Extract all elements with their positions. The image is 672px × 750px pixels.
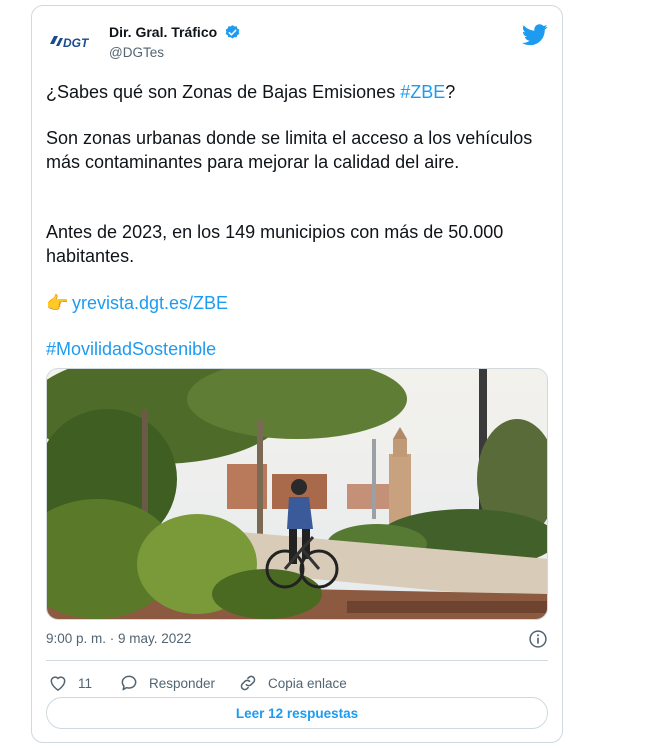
reply-bubble-icon: [121, 675, 137, 691]
like-count: 11: [78, 675, 93, 691]
copy-link-label: Copia enlace: [268, 675, 347, 691]
tweet-hashtag-line: #MovilidadSostenible: [46, 337, 556, 361]
account-name[interactable]: Dir. Gral. Tráfico: [109, 24, 217, 40]
question-text: ¿Sabes qué son Zonas de Bajas Emisiones: [46, 82, 401, 102]
hashtag-zbe-link[interactable]: #ZBE: [400, 82, 445, 102]
tweet-meta-row: 9:00 p. m. · 9 may. 2022: [46, 629, 548, 651]
tweet-link-line: 👉 yrevista.dgt.es/ZBE: [46, 291, 556, 315]
link-icon: [240, 675, 256, 691]
dgt-logo[interactable]: DGT: [48, 30, 94, 52]
reply-button[interactable]: Responder: [119, 668, 215, 698]
divider: [46, 660, 548, 661]
question-mark: ?: [445, 82, 456, 102]
info-icon[interactable]: [528, 629, 548, 649]
revista-link[interactable]: yrevista.dgt.es/ZBE: [72, 293, 228, 313]
tweet-timestamp[interactable]: 9:00 p. m. · 9 may. 2022: [46, 631, 191, 646]
verified-badge-icon: [225, 25, 240, 39]
heart-icon: [50, 676, 66, 691]
read-replies-button[interactable]: Leer 12 respuestas: [46, 697, 548, 729]
hashtag-movilidad-link[interactable]: #MovilidadSostenible: [46, 339, 216, 359]
tweet-paragraph-description: Son zonas urbanas donde se limita el acc…: [46, 128, 533, 172]
tweet-paragraph-deadline: Antes de 2023, en los 149 municipios con…: [46, 222, 504, 266]
like-button[interactable]: 11: [48, 668, 92, 698]
tweet-actions: 11 Responder Copia enlace: [46, 668, 548, 698]
tweet-header: DGT Dir. Gral. Tráfico @DGTes: [46, 20, 548, 64]
tweet-line-question: ¿Sabes qué son Zonas de Bajas Emisiones …: [46, 80, 556, 104]
tweet-card[interactable]: DGT Dir. Gral. Tráfico @DGTes ¿Sabes qué…: [31, 5, 563, 743]
tweet-photo[interactable]: [46, 368, 548, 620]
pointing-hand-icon: 👉: [46, 293, 69, 313]
account-handle[interactable]: @DGTes: [109, 45, 164, 60]
twitter-bird-icon[interactable]: [522, 24, 548, 46]
reply-label: Responder: [149, 675, 216, 691]
logo-text: DGT: [63, 36, 90, 50]
copy-link-button[interactable]: Copia enlace: [238, 668, 347, 698]
